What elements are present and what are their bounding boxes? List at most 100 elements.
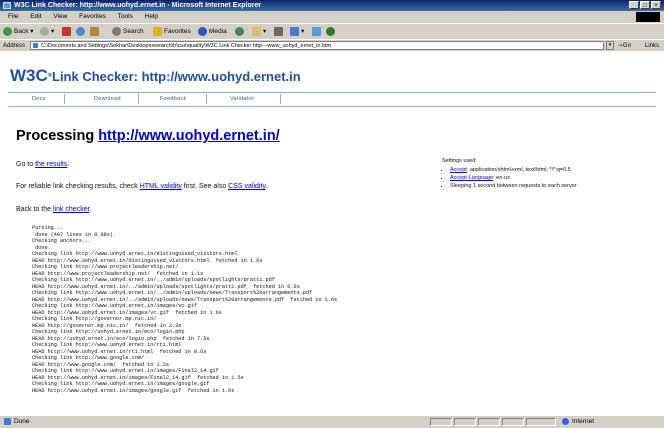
globe-icon bbox=[562, 417, 569, 425]
log-line: Checking link http://governor.mp.nic.in/ bbox=[32, 316, 157, 322]
refresh-button[interactable] bbox=[76, 26, 87, 37]
windows-logo-icon bbox=[636, 12, 660, 22]
refresh-icon bbox=[76, 26, 85, 36]
header-divider bbox=[8, 92, 656, 93]
log-line: HEAD http://www.uohyd.ernet.in/images/go… bbox=[32, 387, 235, 394]
discuss-button[interactable] bbox=[312, 26, 323, 37]
menu-bar: File Edit View Favorites Tools Help bbox=[0, 11, 664, 23]
settings-box: Settings used: Accept: application/xhtml… bbox=[442, 158, 660, 191]
results-link[interactable]: the results bbox=[35, 161, 67, 168]
menu-file[interactable]: File bbox=[8, 11, 18, 23]
forward-button[interactable]: ▾ bbox=[40, 26, 54, 37]
status-cell bbox=[454, 418, 476, 426]
go-button[interactable]: ➔Go bbox=[618, 41, 631, 51]
log-line: HEAD http://uohyd.ernet.in/eco/login.php… bbox=[32, 335, 210, 342]
page-header-title: Link Checker: http://www.uohyd.ernet.in bbox=[52, 69, 301, 84]
nav-docs[interactable]: Docs bbox=[32, 96, 46, 102]
settings-list: Accept: application/xhtml+xml, text/html… bbox=[442, 167, 660, 190]
settings-title: Settings used: bbox=[442, 158, 477, 164]
log-line: Checking link http://www.uohyd.ernet.in/… bbox=[32, 251, 238, 257]
w3c-logo[interactable]: W3C® bbox=[10, 66, 52, 86]
log-line: Checking link http://www.uohyd.ernet.in/… bbox=[32, 342, 182, 348]
accept-language-link[interactable]: Accept-Language bbox=[450, 175, 493, 181]
log-line: Checking link http://www.uohyd.ernet.in/… bbox=[32, 277, 275, 283]
back-arrow-icon bbox=[3, 26, 12, 36]
log-line: Checking link http://uohyd.ernet.in/eco/… bbox=[32, 329, 185, 335]
mail-button[interactable]: ▾ bbox=[252, 26, 266, 37]
log-line: Checking link http://www.uohyd.ernet.in/… bbox=[32, 303, 197, 309]
menu-help[interactable]: Help bbox=[145, 11, 158, 23]
log-line: HEAD http://www.uohyd.ernet.in/../admin/… bbox=[32, 296, 338, 303]
ie-icon bbox=[3, 2, 11, 9]
status-cell bbox=[430, 418, 452, 426]
print-icon bbox=[274, 26, 283, 36]
log-line: Checking link http://www.google.com/ bbox=[32, 355, 145, 361]
status-text: Done bbox=[4, 417, 30, 427]
home-button[interactable] bbox=[90, 26, 101, 37]
reliable-results-text: For reliable link checking results, chec… bbox=[16, 183, 268, 190]
address-label: Address bbox=[3, 43, 26, 49]
accept-link[interactable]: Accept bbox=[450, 167, 467, 173]
log-line: HEAD http://www.uohyd.ernet.in/rti.html … bbox=[32, 348, 207, 355]
stop-icon bbox=[62, 26, 71, 36]
page-icon bbox=[33, 43, 38, 48]
messenger-button[interactable] bbox=[326, 26, 337, 37]
log-line: done. bbox=[35, 244, 51, 251]
log-line: Checking link http://www.uohyd.ernet.in/… bbox=[32, 381, 210, 387]
stop-button[interactable] bbox=[62, 26, 73, 37]
edit-button[interactable]: ▾ bbox=[290, 26, 304, 37]
standard-toolbar: Back ▾ ▾ Search Favorites Media ▾ ▾ bbox=[0, 23, 664, 39]
search-icon bbox=[112, 26, 121, 36]
nav-validator[interactable]: Validator bbox=[230, 96, 254, 102]
settings-item: Accept: application/xhtml+xml, text/html… bbox=[450, 167, 660, 174]
minimize-button[interactable]: _ bbox=[629, 1, 639, 9]
goto-results-text: Go to the results. bbox=[16, 161, 70, 168]
log-line: HEAD http://www.projectleadership.net/ f… bbox=[32, 270, 204, 277]
links-button[interactable]: Links bbox=[645, 41, 659, 51]
favorites-button[interactable]: Favorites bbox=[153, 26, 191, 37]
menu-edit[interactable]: Edit bbox=[30, 11, 41, 23]
log-line: Parsing... bbox=[32, 225, 64, 231]
progress-log: Parsing... done (497 lines in 0.08s). Ch… bbox=[32, 225, 337, 394]
history-button[interactable] bbox=[235, 26, 246, 37]
nav-download[interactable]: Download bbox=[94, 96, 121, 102]
page-status-icon bbox=[4, 417, 11, 425]
close-button[interactable]: × bbox=[651, 1, 661, 9]
nav-feedback[interactable]: Feedback bbox=[160, 96, 187, 102]
print-button[interactable] bbox=[274, 26, 285, 37]
link-checker-link[interactable]: link checker bbox=[53, 206, 90, 213]
media-button[interactable]: Media bbox=[198, 26, 227, 37]
forward-arrow-icon bbox=[40, 26, 49, 36]
back-to-checker-text: Back to the link checker. bbox=[16, 206, 92, 213]
address-bar: Address C:\Documents and Settings\Sekhar… bbox=[0, 39, 664, 51]
log-line: Checking anchors... bbox=[32, 238, 92, 244]
discuss-icon bbox=[312, 26, 321, 36]
maximize-button[interactable]: □ bbox=[640, 1, 650, 9]
log-line: HEAD http://governor.mp.nic.in/ fetched … bbox=[32, 322, 182, 329]
address-dropdown-button[interactable]: ▾ bbox=[606, 41, 614, 50]
menu-tools[interactable]: Tools bbox=[118, 11, 133, 23]
processing-heading: Processing http://www.uohyd.ernet.in/ bbox=[16, 128, 280, 144]
settings-item: Sleeping 1 second between requests to ea… bbox=[450, 183, 660, 190]
settings-item: Accept-Language: en-us bbox=[450, 175, 660, 182]
search-button[interactable]: Search bbox=[112, 26, 144, 37]
status-bar: Done Internet bbox=[0, 415, 664, 428]
security-zone: Internet bbox=[562, 417, 594, 427]
star-icon bbox=[153, 26, 162, 36]
address-input[interactable]: C:\Documents and Settings\Sekhar\Desktop… bbox=[30, 41, 604, 50]
address-value: C:\Documents and Settings\Sekhar\Desktop… bbox=[41, 43, 332, 49]
log-line: HEAD http://www.uohyd.ernet.in/../admin/… bbox=[32, 283, 300, 290]
home-icon bbox=[90, 26, 99, 36]
menu-favorites[interactable]: Favorites bbox=[79, 11, 106, 23]
log-line: HEAD http://www.uohyd.ernet.in/images/vc… bbox=[32, 309, 222, 316]
window-title-bar: W3C Link Checker: http://www.uohyd.ernet… bbox=[0, 0, 664, 11]
html-validity-link[interactable]: HTML validity bbox=[140, 183, 182, 190]
log-line: Checking link http://www.projectleadersh… bbox=[32, 264, 179, 270]
css-validity-link[interactable]: CSS validity bbox=[228, 183, 265, 190]
menu-view[interactable]: View bbox=[53, 11, 67, 23]
back-button[interactable]: Back ▾ bbox=[3, 26, 34, 37]
processing-url-link[interactable]: http://www.uohyd.ernet.in/ bbox=[98, 128, 280, 144]
log-line: done (497 lines in 0.08s). bbox=[35, 231, 117, 238]
history-icon bbox=[235, 26, 244, 36]
log-line: Checking link http://www.uohyd.ernet.in/… bbox=[32, 368, 219, 374]
